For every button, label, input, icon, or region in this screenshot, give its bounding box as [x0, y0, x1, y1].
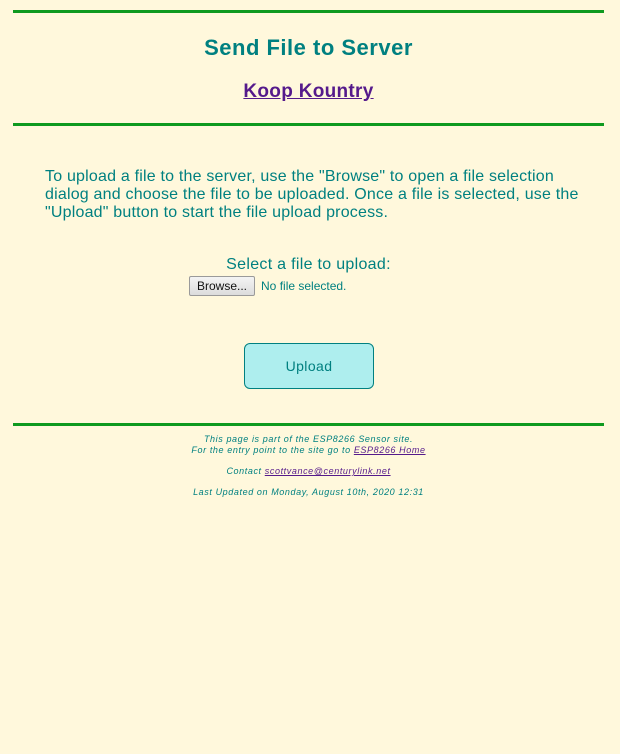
file-input: Browse... No file selected.	[189, 276, 346, 296]
koop-kountry-link[interactable]: Koop Kountry	[243, 81, 373, 102]
upload-button[interactable]: Upload	[244, 343, 374, 389]
esp8266-home-link[interactable]: ESP8266 Home	[354, 445, 426, 455]
footer-entry-note: For the entry point to the site go to ES…	[0, 445, 617, 456]
contact-email-link[interactable]: scottvance@centurylink.net	[265, 466, 391, 476]
browse-button[interactable]: Browse...	[189, 276, 256, 296]
file-status-text: No file selected.	[261, 279, 347, 293]
top-divider	[13, 10, 604, 13]
footer-contact-label: Contact	[226, 466, 262, 476]
page-title: Send File to Server	[204, 35, 413, 60]
header-divider	[13, 123, 604, 126]
footer-site-note: This page is part of the ESP8266 Sensor …	[203, 434, 414, 444]
footer: This page is part of the ESP8266 Sensor …	[0, 434, 617, 498]
site-title: Koop Kountry	[0, 81, 617, 103]
footer-contact: Contact scottvance@centurylink.net	[0, 466, 617, 477]
upload-instructions: To upload a file to the server, use the …	[45, 168, 579, 221]
footer-divider	[13, 423, 604, 426]
last-updated: Last Updated on Monday, August 10th, 202…	[193, 487, 424, 497]
footer-entry-text: For the entry point to the site go to	[191, 445, 351, 455]
select-file-label: Select a file to upload:	[226, 256, 391, 273]
